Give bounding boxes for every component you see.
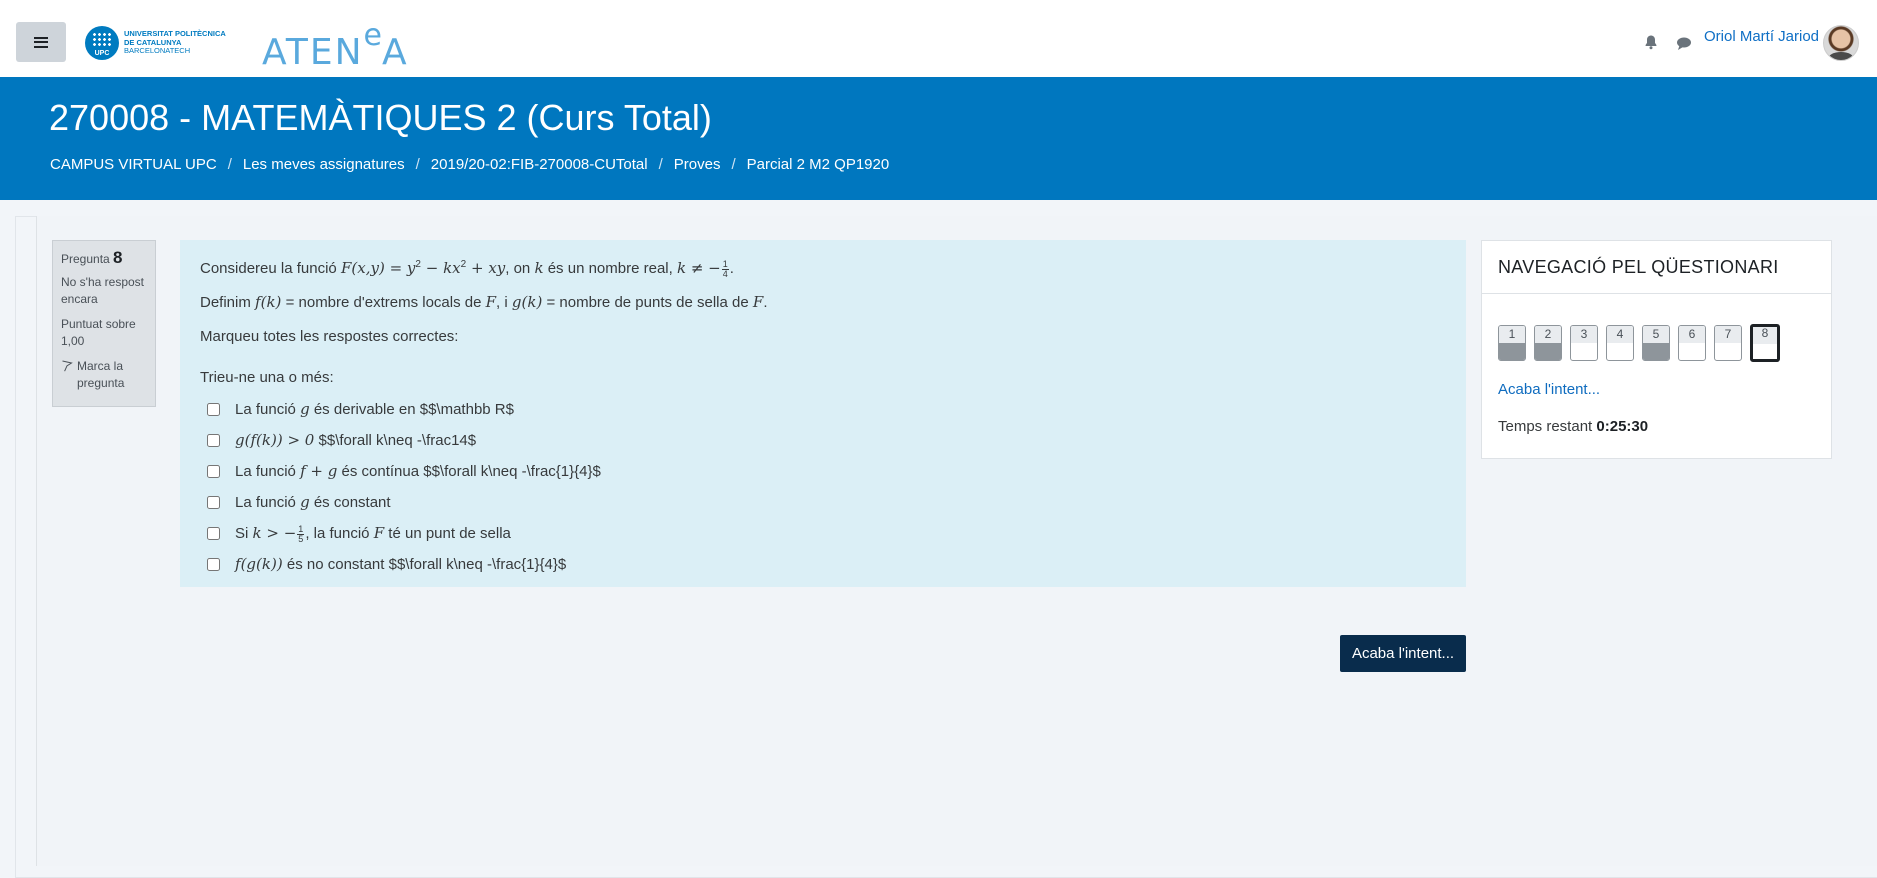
question-state: No s'ha respost encara <box>61 275 144 306</box>
breadcrumb-separator: / <box>227 156 232 173</box>
top-navbar: UPC UNIVERSITAT POLITÈCNICA DE CATALUNYA… <box>0 0 1877 78</box>
question-content: Considereu la funció F(x,y) = y2 − kx2 +… <box>180 240 1466 587</box>
answer-option[interactable]: La funció g és constant <box>200 487 1446 518</box>
page-header: 270008 - MATEMÀTIQUES 2 (Curs Total) CAM… <box>0 77 1877 200</box>
hamburger-icon <box>34 36 48 48</box>
question-nav-button-4[interactable]: 4 <box>1606 325 1634 361</box>
question-info: Pregunta 8 No s'ha respost encara Puntua… <box>52 240 156 407</box>
divider <box>1482 293 1831 294</box>
breadcrumb-separator: / <box>731 156 736 173</box>
question-nav-button-5[interactable]: 5 <box>1642 325 1670 361</box>
breadcrumb-separator: / <box>415 156 420 173</box>
question-definition: Definim f(k) = nombre d'extrems locals d… <box>200 293 768 311</box>
question-nav-button-8[interactable]: 8 <box>1750 324 1780 362</box>
breadcrumb-item[interactable]: Les meves assignatures <box>243 156 405 173</box>
avatar[interactable] <box>1823 25 1859 61</box>
answer-option[interactable]: f(g(k)) és no constant $$\forall k\neq -… <box>200 549 1446 580</box>
answer-checkbox[interactable] <box>207 465 220 478</box>
finish-attempt-button[interactable]: Acaba l'intent... <box>1340 635 1466 672</box>
timer-value: 0:25:30 <box>1596 418 1649 435</box>
quiz-navigation-block: NAVEGACIÓ PEL QÜESTIONARI 1 2 3 4 5 6 7 … <box>1481 240 1832 459</box>
breadcrumb: CAMPUS VIRTUAL UPC / Les meves assignatu… <box>50 156 889 173</box>
question-instructions: Marqueu totes les respostes correctes: <box>200 328 459 345</box>
page-title: 270008 - MATEMÀTIQUES 2 (Curs Total) <box>49 97 712 138</box>
flag-icon <box>62 360 73 372</box>
question-nav-button-6[interactable]: 6 <box>1678 325 1706 361</box>
answer-checkbox[interactable] <box>207 527 220 540</box>
question-number: Pregunta 8 <box>61 248 123 267</box>
answer-option[interactable]: Si k > −1 5, la funció F té un punt de se… <box>200 518 1446 549</box>
breadcrumb-item[interactable]: Proves <box>674 156 721 173</box>
answer-checkbox[interactable] <box>207 496 220 509</box>
finish-attempt-link[interactable]: Acaba l'intent... <box>1498 381 1600 398</box>
upc-logo-icon: UPC <box>85 26 119 60</box>
upc-logo-text: UNIVERSITAT POLITÈCNICA DE CATALUNYA BAR… <box>124 29 226 56</box>
breadcrumb-item[interactable]: 2019/20-02:FIB-270008-CUTotal <box>431 156 648 173</box>
question-nav-buttons: 1 2 3 4 5 6 7 8 <box>1498 324 1788 362</box>
quiz-navigation-title: NAVEGACIÓ PEL QÜESTIONARI <box>1498 257 1779 277</box>
breadcrumb-item[interactable]: Parcial 2 M2 QP1920 <box>747 156 890 173</box>
answer-checkbox[interactable] <box>207 558 220 571</box>
answer-option[interactable]: La funció g és derivable en $$\mathbb R$ <box>200 394 1446 425</box>
breadcrumb-item[interactable]: CAMPUS VIRTUAL UPC <box>50 156 217 173</box>
question-nav-button-1[interactable]: 1 <box>1498 325 1526 361</box>
upc-logo[interactable]: UPC UNIVERSITAT POLITÈCNICA DE CATALUNYA… <box>85 26 226 60</box>
chat-icon[interactable] <box>1676 35 1692 51</box>
flag-question-button[interactable]: Marca la pregunta <box>61 358 147 392</box>
bell-icon[interactable] <box>1643 34 1659 50</box>
question-nav-button-7[interactable]: 7 <box>1714 325 1742 361</box>
user-menu-name[interactable]: Oriol Martí Jariod <box>1704 28 1819 45</box>
menu-toggle-button[interactable] <box>16 22 66 62</box>
answer-checkbox[interactable] <box>207 403 220 416</box>
answer-option[interactable]: La funció f + g és contínua $$\forall k\… <box>200 456 1446 487</box>
atenea-logo[interactable]: ATENeA <box>262 18 409 73</box>
answer-checkbox[interactable] <box>207 434 220 447</box>
answer-prompt: Trieu-ne una o més: <box>200 369 334 386</box>
time-remaining: Temps restant 0:25:30 <box>1498 418 1649 435</box>
breadcrumb-separator: / <box>658 156 663 173</box>
question-grade: Puntuat sobre 1,00 <box>61 317 136 348</box>
answer-option[interactable]: g(f(k)) > 0 $$\forall k\neq -\frac14$ <box>200 425 1446 456</box>
question-nav-button-2[interactable]: 2 <box>1534 325 1562 361</box>
question-nav-button-3[interactable]: 3 <box>1570 325 1598 361</box>
question-intro: Considereu la funció F(x,y) = y2 − kx2 +… <box>200 258 734 279</box>
